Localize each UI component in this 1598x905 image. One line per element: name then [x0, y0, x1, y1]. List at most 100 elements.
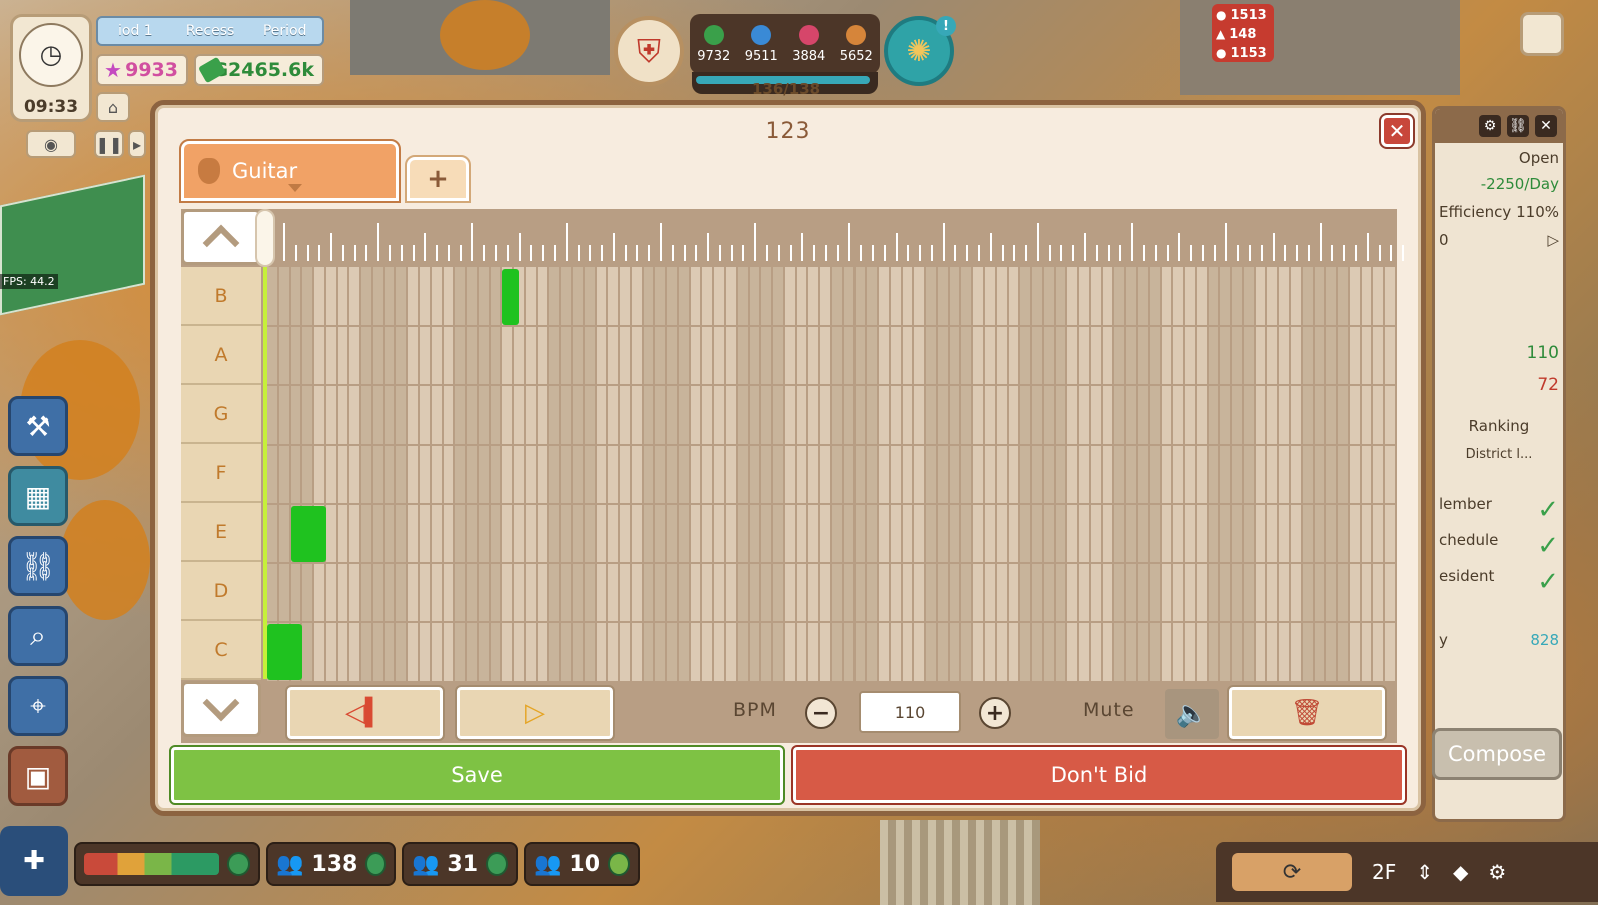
grid-column [573, 267, 583, 681]
playhead-handle[interactable] [255, 209, 275, 267]
ruler-tick [1166, 245, 1169, 261]
scroll-up-button[interactable] [181, 209, 261, 265]
grid-column [1055, 267, 1066, 681]
game-clock[interactable]: ◷ 09:33 [10, 14, 92, 122]
period-tab[interactable]: iod 1 [98, 23, 173, 39]
warning-icon: ▲ [1216, 27, 1226, 41]
ruler-tick [1390, 245, 1393, 261]
camera-rotate-icon[interactable]: ⟳ [1232, 853, 1352, 891]
grid-row-line [267, 384, 1397, 387]
scroll-down-button[interactable] [181, 681, 261, 737]
period-tab[interactable]: Period [247, 23, 322, 39]
search-icon[interactable]: ⌕ [8, 606, 68, 666]
grid-column [937, 267, 948, 681]
grid-column [1137, 267, 1148, 681]
grid-column [984, 267, 995, 681]
note-block[interactable] [502, 269, 520, 325]
grid-column [314, 267, 324, 681]
bpm-decrease-button[interactable]: − [805, 697, 837, 729]
ruler-tick [895, 233, 898, 261]
settings-icon[interactable]: ⚙ [1488, 860, 1506, 884]
students-count: 138 [311, 851, 358, 877]
grid-column [561, 267, 572, 681]
grid-column [1032, 267, 1042, 681]
compose-button[interactable]: Compose [1432, 728, 1562, 780]
checkmark-icon: ✓ [1537, 567, 1559, 597]
background-tree [440, 0, 530, 70]
ruler-tick [659, 223, 662, 261]
grid-column [537, 267, 548, 681]
grid-column [514, 267, 524, 681]
grid-column [1255, 267, 1266, 681]
map-icon[interactable]: ⌖ [8, 676, 68, 736]
grid-column [1361, 267, 1372, 681]
build-hammer-icon[interactable]: ⚒ [8, 396, 68, 456]
close-button[interactable]: ✕ [1379, 113, 1415, 149]
mood-gradient-bar [84, 853, 219, 875]
ruler-tick [930, 245, 933, 261]
ruler-tick [624, 245, 627, 261]
cost-text: -2250/Day [1480, 175, 1559, 193]
teachers-counter[interactable]: 👥 31 [402, 842, 518, 886]
grid-column [737, 267, 748, 681]
ruler-tick [1237, 245, 1240, 261]
pause-icon[interactable]: ❚❚ [94, 130, 124, 158]
slider-row[interactable]: 0 ▷ [1435, 231, 1563, 249]
grid-column [420, 267, 430, 681]
alert-icon: ● [1216, 8, 1227, 22]
staff-counter[interactable]: 👥 10 [524, 842, 640, 886]
floor-label[interactable]: 2F [1372, 860, 1396, 884]
add-instrument-button[interactable]: + [405, 155, 471, 203]
period-tab[interactable]: Recess [173, 23, 248, 39]
timeline-ruler[interactable] [263, 209, 1405, 267]
school-emblem-icon[interactable]: ⛨ [614, 16, 684, 86]
clear-button[interactable]: 🗑 [1227, 685, 1387, 741]
period-bar[interactable]: iod 1 Recess Period [96, 16, 324, 46]
note-grid[interactable] [267, 267, 1397, 681]
cube-view-icon[interactable]: ◆ [1453, 860, 1468, 884]
grid-column [349, 267, 360, 681]
status-text: Open [1518, 149, 1559, 167]
ruler-tick [872, 245, 874, 261]
organization-icon[interactable]: ⛓ [8, 536, 68, 596]
mood-meter[interactable] [74, 842, 260, 886]
grid-column [678, 267, 689, 681]
grid-column [302, 267, 313, 681]
save-button[interactable]: Save [169, 745, 785, 805]
school-icon[interactable]: ⌂ [96, 92, 130, 122]
close-icon[interactable]: ✕ [1535, 115, 1557, 137]
ruler-tick [883, 245, 886, 261]
settings-icon[interactable]: ⚙ [1479, 115, 1501, 137]
alert-count: 1153 [1230, 46, 1267, 61]
mute-toggle[interactable]: 🔈 [1165, 689, 1219, 739]
dont-bid-button[interactable]: Don't Bid [791, 745, 1407, 805]
dropdown-arrow-icon[interactable] [288, 184, 302, 192]
camera-icon[interactable]: ◉ [26, 130, 76, 158]
ruler-tick [989, 233, 992, 261]
tab-guitar[interactable]: Guitar [179, 139, 401, 203]
resource-blue-icon [751, 24, 772, 45]
alerts-panel[interactable]: ● 1513 ▲ 148 ● 1153 [1212, 4, 1274, 62]
add-staff-icon[interactable]: ✚ [0, 826, 68, 896]
hierarchy-icon[interactable]: ⛓ [1507, 115, 1529, 137]
rewind-button[interactable]: ◁▍ [285, 685, 445, 741]
briefcase-icon[interactable]: ▣ [8, 746, 68, 806]
grid-column [1020, 267, 1031, 681]
bpm-increase-button[interactable]: + [979, 697, 1011, 729]
ruler-tick [1060, 245, 1063, 261]
floor-arrows-icon[interactable]: ⇕ [1416, 860, 1433, 884]
grid-column [290, 267, 301, 681]
grid-column [1326, 267, 1337, 681]
note-block[interactable] [290, 505, 326, 562]
ranking-value-row[interactable]: District l... [1435, 447, 1563, 462]
ruler-tick [1296, 245, 1299, 261]
bpm-input[interactable]: 110 [859, 691, 961, 733]
play-speed-icon[interactable]: ▸ [128, 130, 146, 158]
note-block[interactable] [267, 624, 303, 681]
play-button[interactable]: ▷ [455, 685, 615, 741]
menu-button[interactable] [1520, 12, 1564, 56]
students-counter[interactable]: 👥 138 [266, 842, 396, 886]
play-icon[interactable]: ▷ [1547, 231, 1559, 249]
grid-column [926, 267, 936, 681]
calendar-icon[interactable]: ▦ [8, 466, 68, 526]
